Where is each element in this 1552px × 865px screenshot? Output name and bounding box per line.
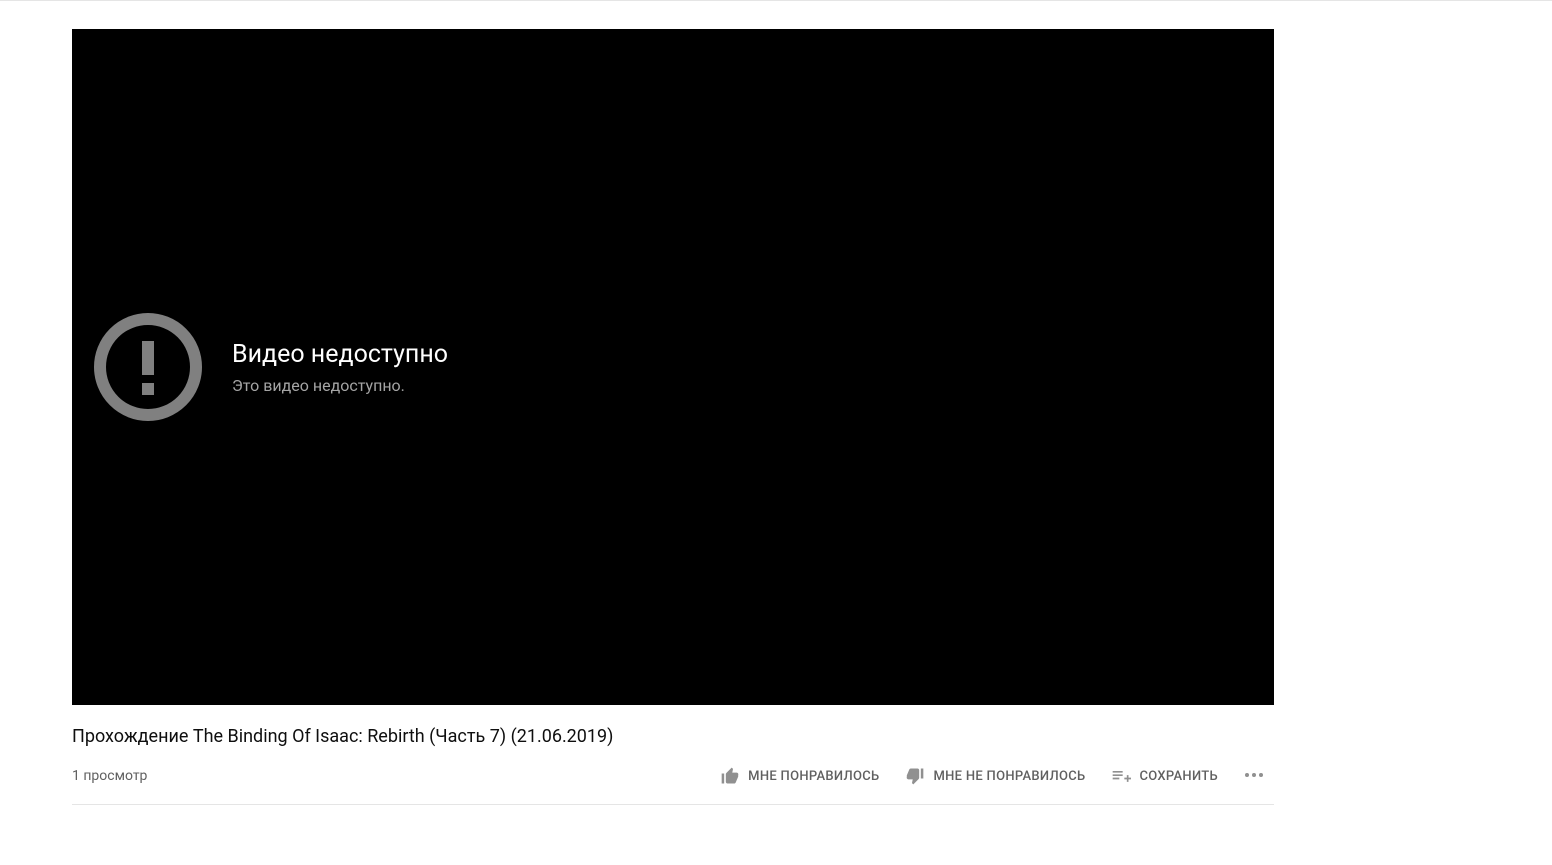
unavailable-title: Видео недоступно — [232, 340, 448, 370]
page-root: Видео недоступно Это видео недоступно. П… — [0, 0, 1552, 865]
unavailable-text-block: Видео недоступно Это видео недоступно. — [232, 340, 448, 395]
more-horizontal-icon — [1242, 763, 1266, 790]
like-button[interactable]: МНЕ ПОНРАВИЛОСЬ — [710, 760, 889, 792]
exclamation-icon — [92, 311, 204, 423]
meta-row: 1 просмотр МНЕ ПОНРАВИЛОСЬ — [72, 758, 1274, 805]
below-player: Прохождение The Binding Of Isaac: Rebirt… — [72, 705, 1274, 805]
unavailable-subtitle: Это видео недоступно. — [232, 376, 448, 395]
thumb-down-icon — [905, 766, 925, 786]
save-label: СОХРАНИТЬ — [1139, 769, 1218, 784]
action-bar: МНЕ ПОНРАВИЛОСЬ МНЕ НЕ ПОНРАВИЛОСЬ — [710, 758, 1274, 794]
dislike-button[interactable]: МНЕ НЕ ПОНРАВИЛОСЬ — [895, 760, 1095, 792]
thumb-up-icon — [720, 766, 740, 786]
dislike-label: МНЕ НЕ ПОНРАВИЛОСЬ — [933, 769, 1085, 784]
like-label: МНЕ ПОНРАВИЛОСЬ — [748, 769, 879, 784]
playlist-add-icon — [1111, 766, 1131, 786]
unavailable-overlay: Видео недоступно Это видео недоступно. — [92, 311, 448, 423]
video-title: Прохождение The Binding Of Isaac: Rebirt… — [72, 725, 1274, 748]
save-button[interactable]: СОХРАНИТЬ — [1101, 760, 1228, 792]
more-actions-button[interactable] — [1234, 758, 1274, 794]
content-column: Видео недоступно Это видео недоступно. П… — [72, 1, 1274, 805]
video-player[interactable]: Видео недоступно Это видео недоступно. — [72, 29, 1274, 705]
view-count: 1 просмотр — [72, 768, 147, 784]
